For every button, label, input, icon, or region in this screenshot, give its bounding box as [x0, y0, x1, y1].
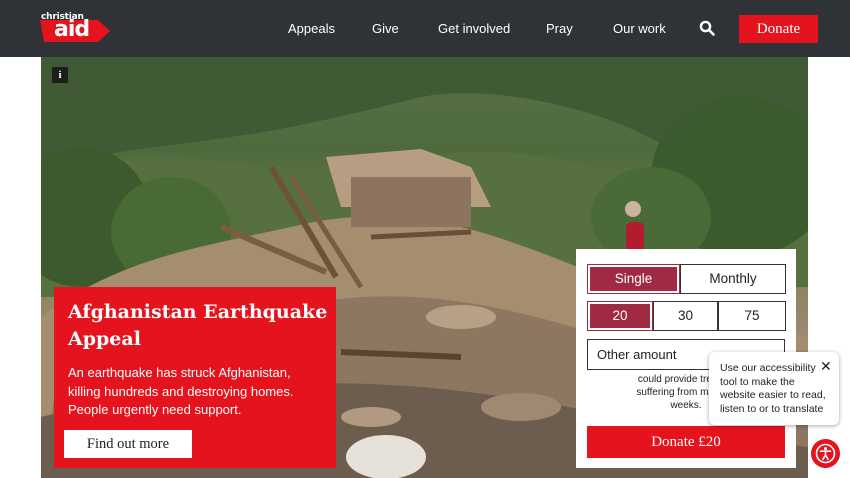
- image-info-icon[interactable]: i: [52, 67, 68, 83]
- nav-our-work[interactable]: Our work: [613, 20, 666, 37]
- appeal-title: Afghanistan Earthquake Appeal: [68, 301, 328, 350]
- top-navigation: christian aid Appeals Give Get involved …: [0, 0, 850, 57]
- donate-submit-button[interactable]: Donate £20: [587, 426, 785, 458]
- header-donate-button[interactable]: Donate: [739, 15, 818, 43]
- nav-give[interactable]: Give: [372, 20, 399, 37]
- amount-option-30[interactable]: 30: [653, 301, 718, 331]
- monthly-frequency-option[interactable]: Monthly: [680, 264, 786, 294]
- accessibility-icon: [815, 443, 836, 464]
- amount-option-75[interactable]: 75: [718, 301, 786, 331]
- accessibility-tooltip-text: Use our accessibility tool to make the w…: [720, 362, 826, 415]
- search-icon[interactable]: [699, 20, 715, 36]
- christian-aid-logo[interactable]: christian aid: [40, 10, 112, 46]
- nav-get-involved[interactable]: Get involved: [438, 20, 510, 37]
- appeal-description: An earthquake has struck Afghanistan, ki…: [68, 365, 294, 417]
- logo-text-big: aid: [54, 17, 90, 42]
- amount-option-20[interactable]: 20: [587, 301, 653, 331]
- close-icon[interactable]: ✕: [820, 359, 832, 373]
- find-out-more-button[interactable]: Find out more: [64, 430, 192, 458]
- single-frequency-option[interactable]: Single: [587, 264, 680, 294]
- accessibility-button[interactable]: [811, 439, 840, 468]
- nav-appeals[interactable]: Appeals: [288, 20, 335, 37]
- nav-pray[interactable]: Pray: [546, 20, 573, 37]
- appeal-card: Afghanistan Earthquake Appeal An earthqu…: [54, 287, 336, 468]
